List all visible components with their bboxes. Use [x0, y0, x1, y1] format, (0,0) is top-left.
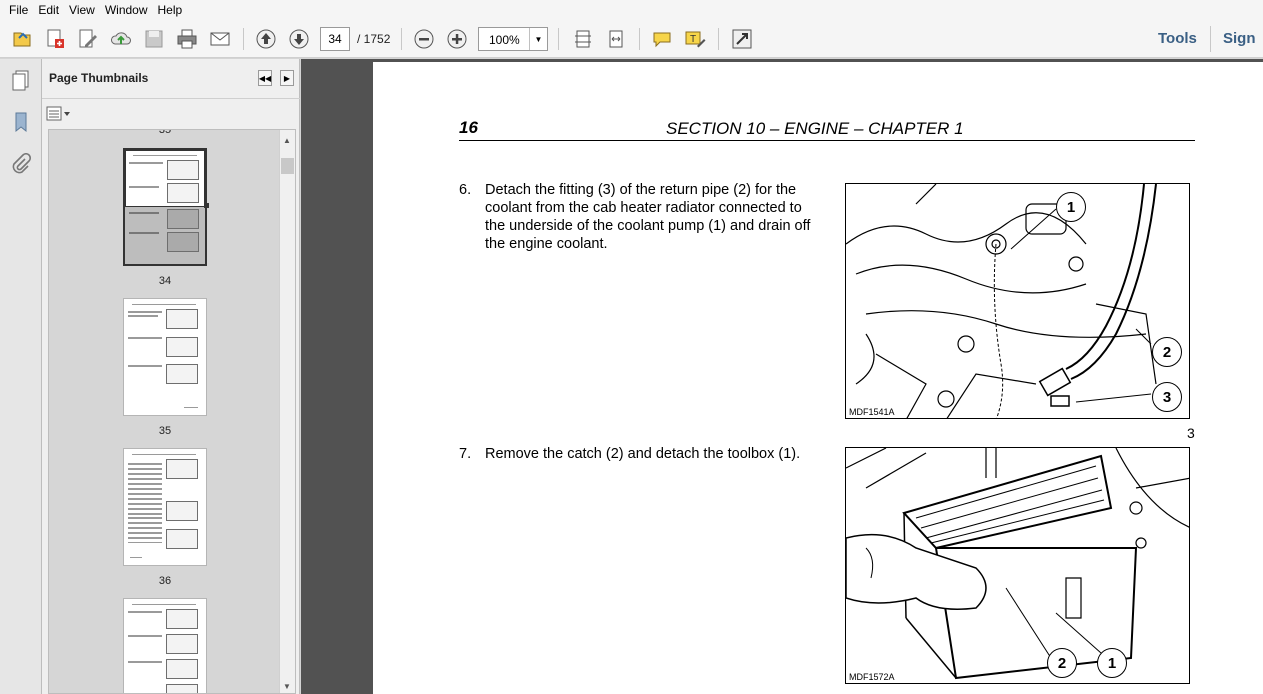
- page-number-input[interactable]: [320, 27, 350, 51]
- thumbnail-scrollbar[interactable]: ▲ ▼: [279, 130, 295, 693]
- toolbar-separator: [243, 28, 244, 50]
- step-number: 7.: [459, 446, 472, 462]
- upload-icon[interactable]: [108, 26, 134, 52]
- figure-toolbox: MDF1572A: [845, 447, 1190, 684]
- prev-page-icon[interactable]: [253, 26, 279, 52]
- engine-illustration: [846, 184, 1157, 418]
- email-icon[interactable]: [207, 26, 233, 52]
- comment-icon[interactable]: [649, 26, 675, 52]
- page-total: / 1752: [357, 32, 391, 46]
- chevron-up-icon[interactable]: ▲: [283, 136, 291, 145]
- thumbnail-panel: Page Thumbnails ◀◀ ▶ 35 34 35 36 ▲ ▼: [42, 59, 300, 694]
- callout-3: 3: [1152, 382, 1182, 412]
- scrollbar-thumb[interactable]: [281, 158, 294, 174]
- sign-button[interactable]: Sign: [1223, 30, 1256, 47]
- options-icon: [46, 106, 70, 121]
- toolbar: / 1752 100% ▼ T Tools Sign: [0, 20, 1263, 58]
- callout-1: 1: [1097, 648, 1127, 678]
- toolbar-separator: [558, 28, 559, 50]
- menu-window[interactable]: Window: [100, 3, 153, 17]
- thumbnail-label: 35: [158, 129, 172, 136]
- toolbox-illustration: [846, 448, 1189, 680]
- tools-button[interactable]: Tools: [1158, 30, 1197, 47]
- svg-text:T: T: [690, 34, 696, 45]
- fullscreen-icon[interactable]: [729, 26, 755, 52]
- menu-edit[interactable]: Edit: [33, 3, 64, 17]
- figure-code: MDF1541A: [849, 407, 895, 417]
- thumbnail-options-button[interactable]: [46, 105, 72, 123]
- thumbnail-page-35[interactable]: [123, 298, 207, 416]
- step-number: 6.: [459, 182, 472, 198]
- menu-file[interactable]: File: [4, 3, 33, 17]
- zoom-in-icon[interactable]: [444, 26, 470, 52]
- print-icon[interactable]: [174, 26, 200, 52]
- thumbnail-list[interactable]: 35 34 35 36 ▲ ▼: [48, 129, 296, 694]
- attachment-icon[interactable]: [8, 151, 34, 177]
- thumbnail-panel-header: Page Thumbnails ◀◀ ▶: [42, 59, 300, 99]
- figure-number: 3: [1187, 425, 1195, 441]
- thumbnail-page-34[interactable]: [123, 148, 209, 266]
- pages-icon[interactable]: [8, 67, 34, 93]
- zoom-select[interactable]: 100% ▼: [478, 27, 548, 51]
- section-title: SECTION 10 – ENGINE – CHAPTER 1: [666, 119, 964, 138]
- thumbnail-label: 36: [158, 575, 172, 587]
- zoom-value: 100%: [489, 33, 520, 47]
- step-text: Remove the catch (2) and detach the tool…: [485, 446, 801, 462]
- thumbnail-page-36[interactable]: [123, 448, 207, 566]
- chevron-down-icon[interactable]: ▼: [283, 682, 291, 691]
- expand-panel-icon[interactable]: ▶: [280, 70, 294, 86]
- step-text: Detach the fitting (3) of the return pip…: [485, 182, 811, 252]
- callout-2: 2: [1152, 337, 1182, 367]
- pdf-reader-window: File Edit View Window Help 34 / 1752 100…: [0, 0, 1263, 694]
- toolbar-separator: [401, 28, 402, 50]
- menu-view[interactable]: View: [64, 3, 100, 17]
- menu-help[interactable]: Help: [153, 3, 188, 17]
- thumbnail-page-37[interactable]: [123, 598, 207, 693]
- next-page-icon[interactable]: [286, 26, 312, 52]
- thumbnail-label: 35: [158, 425, 172, 437]
- step-7: 7. Remove the catch (2) and detach the t…: [459, 445, 819, 469]
- toolbar-separator: [1210, 26, 1211, 52]
- toolbar-separator: [718, 28, 719, 50]
- toolbar-separator: [639, 28, 640, 50]
- pdf-page: 16 SECTION 10 – ENGINE – CHAPTER 1 6. De…: [373, 62, 1263, 694]
- header-rule: [459, 140, 1195, 141]
- step-6: 6. Detach the fitting (3) of the return …: [459, 181, 819, 261]
- open-icon[interactable]: [9, 26, 35, 52]
- panel-title: Page Thumbnails: [49, 71, 149, 85]
- fit-page-icon[interactable]: [570, 26, 596, 52]
- chevron-down-icon[interactable]: ▼: [529, 28, 547, 50]
- navigation-rail: [0, 59, 42, 694]
- thumbnail-label: 34: [158, 275, 172, 287]
- highlight-icon[interactable]: T: [682, 26, 708, 52]
- menu-bar: File Edit View Window Help: [0, 0, 1263, 20]
- fit-width-icon[interactable]: [603, 26, 629, 52]
- document-view[interactable]: 16 SECTION 10 – ENGINE – CHAPTER 1 6. De…: [301, 59, 1263, 694]
- figure-coolant-pipe: MDF1541A: [845, 183, 1190, 419]
- zoom-out-icon[interactable]: [411, 26, 437, 52]
- figure-code: MDF1572A: [849, 672, 895, 682]
- collapse-panel-icon[interactable]: ◀◀: [258, 70, 272, 86]
- callout-2: 2: [1047, 648, 1077, 678]
- create-icon[interactable]: [42, 26, 68, 52]
- save-icon[interactable]: [141, 26, 167, 52]
- bookmark-icon[interactable]: [8, 109, 34, 135]
- page-number: 16: [459, 118, 478, 137]
- callout-1: 1: [1056, 192, 1086, 222]
- edit-icon[interactable]: [75, 26, 101, 52]
